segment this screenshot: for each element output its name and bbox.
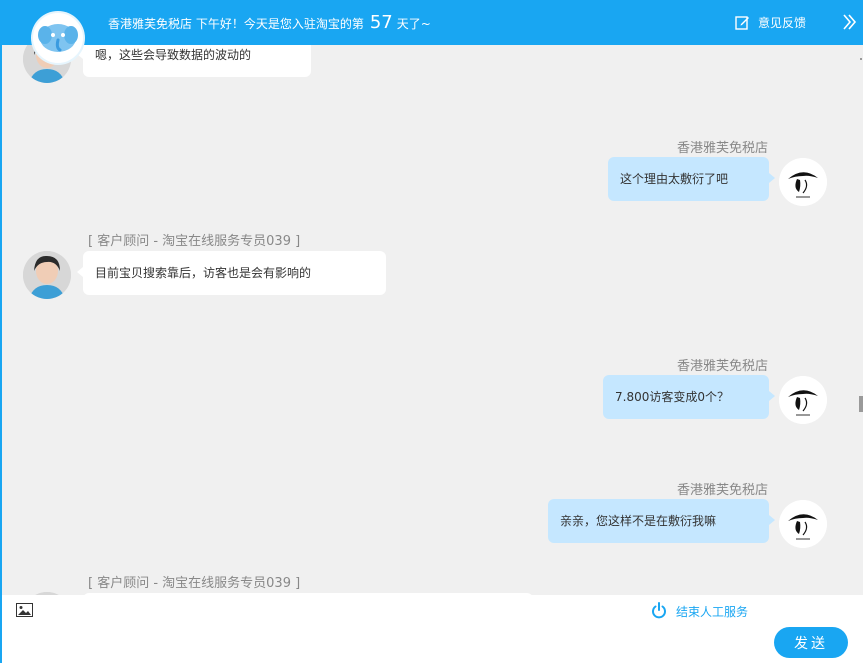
my-message-bubble: 亲亲，您这样不是在敷衍我嘛 bbox=[548, 499, 775, 543]
my-avatar bbox=[779, 500, 827, 548]
elephant-logo bbox=[33, 13, 83, 63]
compose-area: 结束人工服务 发送 bbox=[2, 595, 863, 663]
feedback-button[interactable]: 意见反馈 bbox=[735, 0, 806, 45]
greeting-suffix: 天了~ bbox=[396, 17, 431, 31]
chat-history[interactable]: 嗯，这些会导致数据的波动的 香港雅芙免税店 这个理由太敷衍了吧 [ 客户顾问 -… bbox=[2, 45, 860, 595]
end-service-label: 结束人工服务 bbox=[676, 604, 749, 619]
agent-message-bubble: 目前宝贝搜索靠后，访客也是会有影响的 bbox=[77, 251, 386, 295]
message-text: 目前宝贝搜索靠后，访客也是会有影响的 bbox=[95, 266, 312, 280]
send-image-button[interactable] bbox=[16, 602, 33, 617]
agent-sender-name: [ 客户顾问 - 淘宝在线服务专员039 ] bbox=[88, 576, 301, 591]
agent-photo-icon bbox=[23, 251, 71, 299]
scrollbar-marker bbox=[860, 58, 862, 60]
store-logo-icon bbox=[779, 500, 827, 548]
my-avatar bbox=[779, 158, 827, 206]
my-message-bubble: 这个理由太敷衍了吧 bbox=[608, 157, 775, 201]
agent-avatar bbox=[23, 251, 71, 299]
power-icon bbox=[652, 602, 666, 619]
logo-icon bbox=[38, 24, 78, 52]
message-text: 这个理由太敷衍了吧 bbox=[620, 172, 729, 186]
my-sender-name: 香港雅芙免税店 bbox=[676, 359, 768, 374]
my-sender-name: 香港雅芙免税店 bbox=[676, 483, 768, 498]
agent-sender-name: [ 客户顾问 - 淘宝在线服务专员039 ] bbox=[88, 234, 301, 249]
message-text: 嗯，这些会导致数据的波动的 bbox=[95, 48, 252, 62]
message-text: 亲亲，您这样不是在敷衍我嘛 bbox=[560, 514, 717, 528]
store-logo-icon bbox=[779, 158, 827, 206]
image-icon bbox=[16, 603, 33, 617]
header-bar: 香港雅芙免税店 下午好！今天是您入驻淘宝的第 57 天了~ 意见反馈 bbox=[0, 0, 863, 45]
greeting-prefix: 香港雅芙免税店 下午好！今天是您入驻淘宝的第 bbox=[108, 17, 364, 31]
edit-icon bbox=[735, 16, 749, 30]
my-avatar bbox=[779, 376, 827, 424]
message-text: 7.800访客变成0个？ bbox=[615, 390, 729, 404]
scrollbar-thumb[interactable] bbox=[859, 396, 863, 412]
collapse-button[interactable] bbox=[843, 14, 857, 30]
send-button[interactable]: 发送 bbox=[774, 627, 848, 658]
my-sender-name: 香港雅芙免税店 bbox=[676, 141, 768, 156]
my-message-bubble: 7.800访客变成0个？ bbox=[603, 375, 775, 419]
double-chevron-right-icon bbox=[843, 14, 857, 30]
end-service-button[interactable]: 结束人工服务 bbox=[651, 601, 748, 621]
greeting: 香港雅芙免税店 下午好！今天是您入驻淘宝的第 57 天了~ bbox=[108, 0, 431, 45]
agent-message-bubble: 嗯，这些会导致数据的波动的 bbox=[77, 45, 311, 77]
store-logo-icon bbox=[779, 376, 827, 424]
feedback-label: 意见反馈 bbox=[757, 16, 806, 30]
message-input[interactable] bbox=[42, 623, 766, 661]
days-count: 57 bbox=[369, 12, 393, 33]
